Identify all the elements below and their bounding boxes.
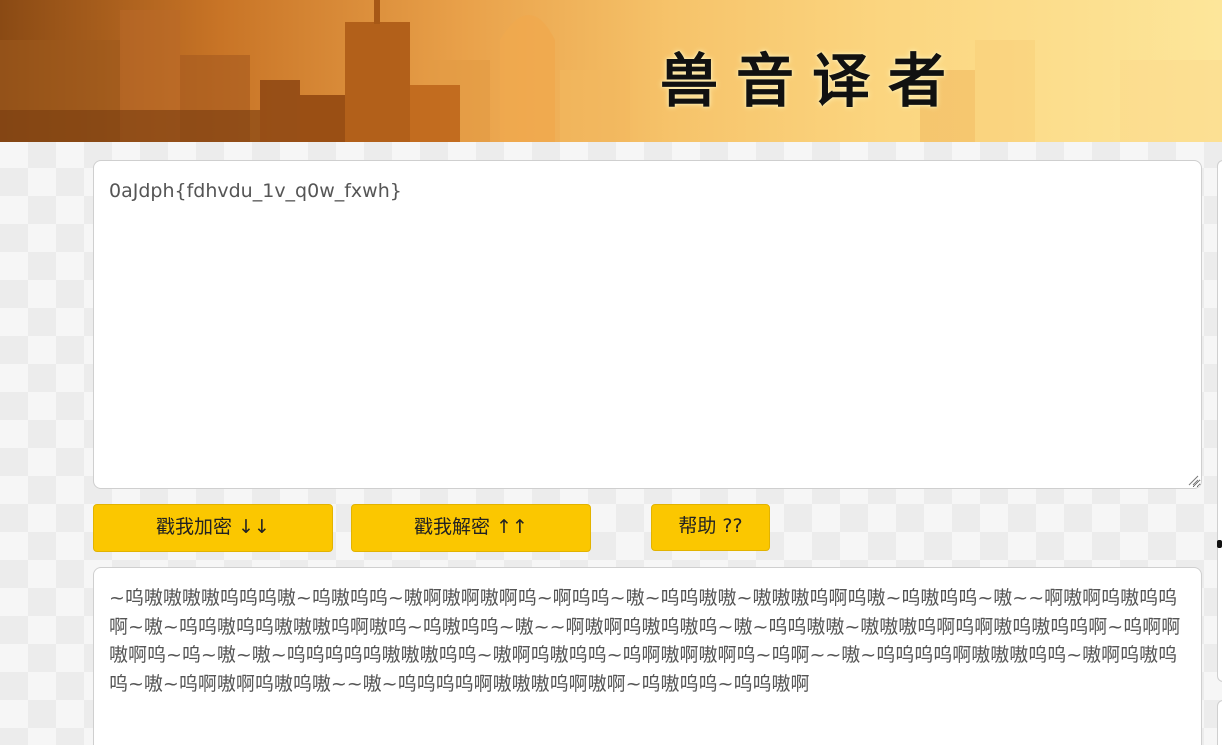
city-skyline-illustration (0, 0, 1222, 142)
side-panel-edge-lower (1217, 700, 1222, 745)
plain-text-input[interactable]: 0aJdph{fdhvdu_1v_q0w_fxwh} (93, 160, 1202, 489)
help-button[interactable]: 帮助 ?? (651, 504, 770, 551)
side-panel-toggle-icon[interactable] (1217, 540, 1222, 548)
side-panel-edge (1217, 160, 1222, 682)
cipher-text-output[interactable]: ~呜嗷嗷嗷嗷呜呜呜嗷~呜嗷呜呜~嗷啊嗷啊嗷啊呜~啊呜呜~嗷~呜呜嗷嗷~嗷嗷嗷呜啊… (93, 567, 1202, 745)
page-title: 兽音译者 (660, 47, 965, 115)
resize-grip-icon[interactable] (1187, 474, 1199, 486)
header-banner: 兽音译者 (0, 0, 1222, 142)
encrypt-button[interactable]: 戳我加密 ↓↓ (93, 504, 333, 552)
decrypt-button[interactable]: 戳我解密 ↑↑ (351, 504, 591, 552)
